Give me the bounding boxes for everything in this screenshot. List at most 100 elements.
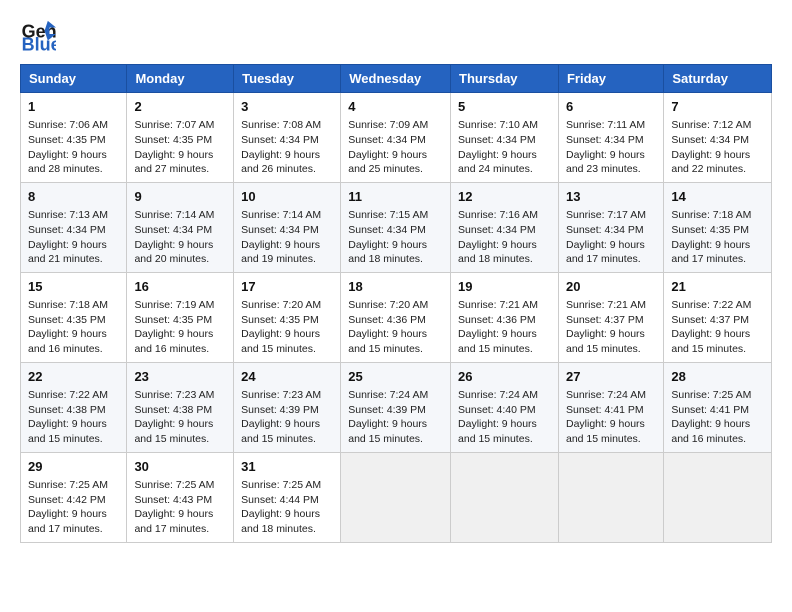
day-number: 31 — [241, 458, 333, 476]
calendar-cell: 15 Sunrise: 7:18 AMSunset: 4:35 PMDaylig… — [21, 272, 127, 362]
cell-info: Sunrise: 7:25 AMSunset: 4:44 PMDaylight:… — [241, 479, 321, 535]
cell-info: Sunrise: 7:11 AMSunset: 4:34 PMDaylight:… — [566, 119, 645, 175]
calendar-cell: 12 Sunrise: 7:16 AMSunset: 4:34 PMDaylig… — [451, 182, 559, 272]
calendar-cell — [558, 452, 663, 542]
day-number: 16 — [134, 278, 226, 296]
day-number: 15 — [28, 278, 119, 296]
calendar-header-saturday: Saturday — [664, 65, 772, 93]
cell-info: Sunrise: 7:24 AMSunset: 4:39 PMDaylight:… — [348, 389, 428, 445]
day-number: 13 — [566, 188, 656, 206]
calendar-cell: 26 Sunrise: 7:24 AMSunset: 4:40 PMDaylig… — [451, 362, 559, 452]
day-number: 24 — [241, 368, 333, 386]
cell-info: Sunrise: 7:17 AMSunset: 4:34 PMDaylight:… — [566, 209, 646, 265]
day-number: 18 — [348, 278, 443, 296]
calendar-cell — [451, 452, 559, 542]
calendar-cell: 2 Sunrise: 7:07 AMSunset: 4:35 PMDayligh… — [127, 93, 234, 183]
calendar-cell: 27 Sunrise: 7:24 AMSunset: 4:41 PMDaylig… — [558, 362, 663, 452]
calendar-header-tuesday: Tuesday — [234, 65, 341, 93]
calendar-cell: 5 Sunrise: 7:10 AMSunset: 4:34 PMDayligh… — [451, 93, 559, 183]
calendar-cell: 19 Sunrise: 7:21 AMSunset: 4:36 PMDaylig… — [451, 272, 559, 362]
cell-info: Sunrise: 7:10 AMSunset: 4:34 PMDaylight:… — [458, 119, 538, 175]
day-number: 17 — [241, 278, 333, 296]
calendar-cell: 31 Sunrise: 7:25 AMSunset: 4:44 PMDaylig… — [234, 452, 341, 542]
calendar-cell: 10 Sunrise: 7:14 AMSunset: 4:34 PMDaylig… — [234, 182, 341, 272]
calendar-week-1: 1 Sunrise: 7:06 AMSunset: 4:35 PMDayligh… — [21, 93, 772, 183]
calendar-cell — [664, 452, 772, 542]
day-number: 5 — [458, 98, 551, 116]
day-number: 30 — [134, 458, 226, 476]
calendar-cell: 9 Sunrise: 7:14 AMSunset: 4:34 PMDayligh… — [127, 182, 234, 272]
general-blue-logo-icon: General Blue — [20, 16, 56, 52]
day-number: 9 — [134, 188, 226, 206]
calendar-cell: 30 Sunrise: 7:25 AMSunset: 4:43 PMDaylig… — [127, 452, 234, 542]
calendar-cell: 8 Sunrise: 7:13 AMSunset: 4:34 PMDayligh… — [21, 182, 127, 272]
calendar-cell: 23 Sunrise: 7:23 AMSunset: 4:38 PMDaylig… — [127, 362, 234, 452]
calendar-cell: 4 Sunrise: 7:09 AMSunset: 4:34 PMDayligh… — [341, 93, 451, 183]
day-number: 7 — [671, 98, 764, 116]
day-number: 27 — [566, 368, 656, 386]
cell-info: Sunrise: 7:25 AMSunset: 4:43 PMDaylight:… — [134, 479, 214, 535]
day-number: 8 — [28, 188, 119, 206]
calendar-week-5: 29 Sunrise: 7:25 AMSunset: 4:42 PMDaylig… — [21, 452, 772, 542]
day-number: 11 — [348, 188, 443, 206]
cell-info: Sunrise: 7:13 AMSunset: 4:34 PMDaylight:… — [28, 209, 108, 265]
day-number: 22 — [28, 368, 119, 386]
calendar-cell: 1 Sunrise: 7:06 AMSunset: 4:35 PMDayligh… — [21, 93, 127, 183]
cell-info: Sunrise: 7:18 AMSunset: 4:35 PMDaylight:… — [671, 209, 751, 265]
page: General Blue SundayMondayTuesdayWednesda… — [0, 0, 792, 559]
calendar-cell: 21 Sunrise: 7:22 AMSunset: 4:37 PMDaylig… — [664, 272, 772, 362]
cell-info: Sunrise: 7:19 AMSunset: 4:35 PMDaylight:… — [134, 299, 214, 355]
logo: General Blue — [20, 16, 56, 52]
calendar-cell: 11 Sunrise: 7:15 AMSunset: 4:34 PMDaylig… — [341, 182, 451, 272]
cell-info: Sunrise: 7:23 AMSunset: 4:39 PMDaylight:… — [241, 389, 321, 445]
cell-info: Sunrise: 7:07 AMSunset: 4:35 PMDaylight:… — [134, 119, 214, 175]
calendar-cell: 13 Sunrise: 7:17 AMSunset: 4:34 PMDaylig… — [558, 182, 663, 272]
cell-info: Sunrise: 7:21 AMSunset: 4:37 PMDaylight:… — [566, 299, 646, 355]
day-number: 1 — [28, 98, 119, 116]
calendar-cell: 20 Sunrise: 7:21 AMSunset: 4:37 PMDaylig… — [558, 272, 663, 362]
calendar-header-row: SundayMondayTuesdayWednesdayThursdayFrid… — [21, 65, 772, 93]
cell-info: Sunrise: 7:24 AMSunset: 4:40 PMDaylight:… — [458, 389, 538, 445]
calendar-table: SundayMondayTuesdayWednesdayThursdayFrid… — [20, 64, 772, 543]
cell-info: Sunrise: 7:23 AMSunset: 4:38 PMDaylight:… — [134, 389, 214, 445]
calendar-week-2: 8 Sunrise: 7:13 AMSunset: 4:34 PMDayligh… — [21, 182, 772, 272]
day-number: 12 — [458, 188, 551, 206]
calendar-cell: 22 Sunrise: 7:22 AMSunset: 4:38 PMDaylig… — [21, 362, 127, 452]
header: General Blue — [20, 16, 772, 52]
cell-info: Sunrise: 7:20 AMSunset: 4:36 PMDaylight:… — [348, 299, 428, 355]
day-number: 2 — [134, 98, 226, 116]
calendar-header-thursday: Thursday — [451, 65, 559, 93]
cell-info: Sunrise: 7:14 AMSunset: 4:34 PMDaylight:… — [241, 209, 321, 265]
day-number: 3 — [241, 98, 333, 116]
calendar-week-4: 22 Sunrise: 7:22 AMSunset: 4:38 PMDaylig… — [21, 362, 772, 452]
calendar-cell: 17 Sunrise: 7:20 AMSunset: 4:35 PMDaylig… — [234, 272, 341, 362]
day-number: 25 — [348, 368, 443, 386]
day-number: 26 — [458, 368, 551, 386]
day-number: 23 — [134, 368, 226, 386]
calendar-header-monday: Monday — [127, 65, 234, 93]
day-number: 10 — [241, 188, 333, 206]
cell-info: Sunrise: 7:06 AMSunset: 4:35 PMDaylight:… — [28, 119, 108, 175]
calendar-cell: 3 Sunrise: 7:08 AMSunset: 4:34 PMDayligh… — [234, 93, 341, 183]
calendar-header-wednesday: Wednesday — [341, 65, 451, 93]
day-number: 6 — [566, 98, 656, 116]
day-number: 29 — [28, 458, 119, 476]
day-number: 14 — [671, 188, 764, 206]
calendar-cell: 7 Sunrise: 7:12 AMSunset: 4:34 PMDayligh… — [664, 93, 772, 183]
day-number: 20 — [566, 278, 656, 296]
day-number: 19 — [458, 278, 551, 296]
calendar-cell: 29 Sunrise: 7:25 AMSunset: 4:42 PMDaylig… — [21, 452, 127, 542]
cell-info: Sunrise: 7:25 AMSunset: 4:42 PMDaylight:… — [28, 479, 108, 535]
cell-info: Sunrise: 7:09 AMSunset: 4:34 PMDaylight:… — [348, 119, 428, 175]
calendar-cell: 18 Sunrise: 7:20 AMSunset: 4:36 PMDaylig… — [341, 272, 451, 362]
cell-info: Sunrise: 7:22 AMSunset: 4:38 PMDaylight:… — [28, 389, 108, 445]
day-number: 28 — [671, 368, 764, 386]
calendar-cell: 25 Sunrise: 7:24 AMSunset: 4:39 PMDaylig… — [341, 362, 451, 452]
cell-info: Sunrise: 7:12 AMSunset: 4:34 PMDaylight:… — [671, 119, 751, 175]
cell-info: Sunrise: 7:25 AMSunset: 4:41 PMDaylight:… — [671, 389, 751, 445]
cell-info: Sunrise: 7:22 AMSunset: 4:37 PMDaylight:… — [671, 299, 751, 355]
cell-info: Sunrise: 7:15 AMSunset: 4:34 PMDaylight:… — [348, 209, 428, 265]
day-number: 21 — [671, 278, 764, 296]
calendar-cell: 28 Sunrise: 7:25 AMSunset: 4:41 PMDaylig… — [664, 362, 772, 452]
calendar-header-sunday: Sunday — [21, 65, 127, 93]
